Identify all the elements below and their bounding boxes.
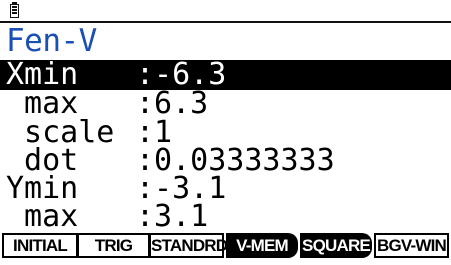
f1-label: INITIAL [13, 236, 68, 255]
screen-title: Fen-V [6, 23, 97, 59]
f4-vmem-key[interactable]: V-MEM [226, 233, 298, 258]
calculator-screen: Fen-V Xmin :-6.3 max :6.3 scale :1 dot :… [0, 0, 451, 265]
f3-standard-key[interactable]: STANDRD [149, 233, 228, 258]
field-label: max [6, 199, 79, 234]
f4-label: V-MEM [236, 236, 289, 255]
field-ymax[interactable]: max :3.1 [0, 202, 451, 232]
function-key-bar: INITIAL TRIG STANDRD V-MEM SQUARE BGV-WI… [2, 233, 449, 260]
f5-label: SQUARE [302, 236, 371, 255]
f6-bgv-win-key[interactable]: BGV-WIN [374, 233, 449, 258]
f5-square-key[interactable]: SQUARE [300, 233, 372, 258]
battery-icon [10, 2, 19, 18]
f2-trig-key[interactable]: TRIG [77, 233, 150, 258]
f3-label: STANDRD [151, 236, 228, 255]
field-value: :3.1 [136, 199, 209, 234]
f1-initial-key[interactable]: INITIAL [2, 233, 78, 258]
f2-label: TRIG [94, 236, 133, 255]
f6-label: BGV-WIN [376, 236, 447, 255]
